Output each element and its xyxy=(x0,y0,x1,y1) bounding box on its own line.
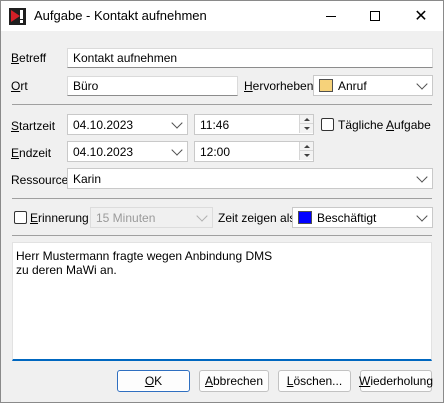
spin-down-icon[interactable] xyxy=(299,124,313,133)
start-time-value: 11:46 xyxy=(200,118,230,132)
chevron-down-icon xyxy=(416,171,428,183)
spin-down-icon[interactable] xyxy=(299,151,313,160)
window-title: Aufgabe - Kontakt aufnehmen xyxy=(34,8,207,23)
erinnerung-select: 15 Minuten xyxy=(90,207,213,228)
abbrechen-button[interactable]: Abbrechen xyxy=(199,370,269,392)
start-date-picker[interactable]: 04.10.2023 xyxy=(67,114,188,135)
start-time-spinner[interactable]: 11:46 xyxy=(194,114,314,135)
ressource-label: Ressource xyxy=(11,173,69,187)
ressource-select[interactable]: Karin xyxy=(67,168,433,189)
task-dialog: Aufgabe - Kontakt aufnehmen ✕ Betreff Ko… xyxy=(0,0,444,403)
zeit-zeigen-select[interactable]: Beschäftigt xyxy=(292,207,433,228)
ort-label: Ort xyxy=(11,79,28,93)
minimize-icon xyxy=(326,15,336,17)
start-date-value: 04.10.2023 xyxy=(73,118,134,132)
close-button[interactable]: ✕ xyxy=(399,1,443,31)
spin-up-icon[interactable] xyxy=(299,115,313,124)
wiederholung-button[interactable]: Wiederholung xyxy=(359,370,433,392)
erinnerung-label[interactable]: Erinnerung xyxy=(30,211,89,225)
ort-input[interactable]: Büro xyxy=(67,76,238,96)
hervorheben-color-swatch xyxy=(319,79,333,92)
betreff-label: Betreff xyxy=(11,51,47,65)
loeschen-button[interactable]: Löschen... xyxy=(278,370,351,392)
separator xyxy=(12,198,432,199)
hervorheben-label: Hervorheben xyxy=(244,79,314,93)
separator xyxy=(12,235,432,236)
chevron-down-icon xyxy=(171,117,183,129)
spin-up-icon[interactable] xyxy=(299,142,313,151)
hervorheben-value: Anruf xyxy=(338,79,367,93)
betreff-input[interactable]: Kontakt aufnehmen xyxy=(67,48,433,68)
endzeit-label: Endzeit xyxy=(11,146,52,160)
chevron-down-icon xyxy=(196,210,208,222)
end-time-spinner[interactable]: 12:00 xyxy=(194,141,314,162)
notes-line: Herr Mustermann fragte wegen Anbindung D… xyxy=(16,249,273,263)
ok-button[interactable]: OK xyxy=(117,370,190,392)
end-date-picker[interactable]: 04.10.2023 xyxy=(67,141,188,162)
minimize-button[interactable] xyxy=(309,1,353,31)
notes-line: zu deren MaWi an. xyxy=(16,263,117,277)
ressource-value: Karin xyxy=(73,172,102,186)
notes-textarea[interactable]: Herr Mustermann fragte wegen Anbindung D… xyxy=(12,242,432,361)
app-logo-icon xyxy=(9,8,26,25)
close-icon: ✕ xyxy=(414,8,428,25)
chevron-down-icon xyxy=(171,144,183,156)
separator xyxy=(12,104,432,105)
taegliche-aufgabe-checkbox[interactable] xyxy=(321,118,334,131)
taegliche-aufgabe-label[interactable]: Tägliche Aufgabe xyxy=(338,118,431,132)
erinnerung-value: 15 Minuten xyxy=(96,211,156,225)
zeit-zeigen-label: Zeit zeigen als xyxy=(218,211,296,225)
startzeit-label: Startzeit xyxy=(11,119,56,133)
maximize-button[interactable] xyxy=(353,1,397,31)
zeit-zeigen-value: Beschäftigt xyxy=(317,211,377,225)
erinnerung-checkbox[interactable] xyxy=(14,211,27,224)
hervorheben-select[interactable]: Anruf xyxy=(313,75,433,96)
end-date-value: 04.10.2023 xyxy=(73,145,134,159)
zeit-zeigen-color-swatch xyxy=(298,211,312,224)
maximize-icon xyxy=(370,11,380,21)
chevron-down-icon xyxy=(416,78,428,90)
title-bar[interactable]: Aufgabe - Kontakt aufnehmen ✕ xyxy=(1,1,443,31)
chevron-down-icon xyxy=(416,210,428,222)
end-time-value: 12:00 xyxy=(200,145,231,159)
